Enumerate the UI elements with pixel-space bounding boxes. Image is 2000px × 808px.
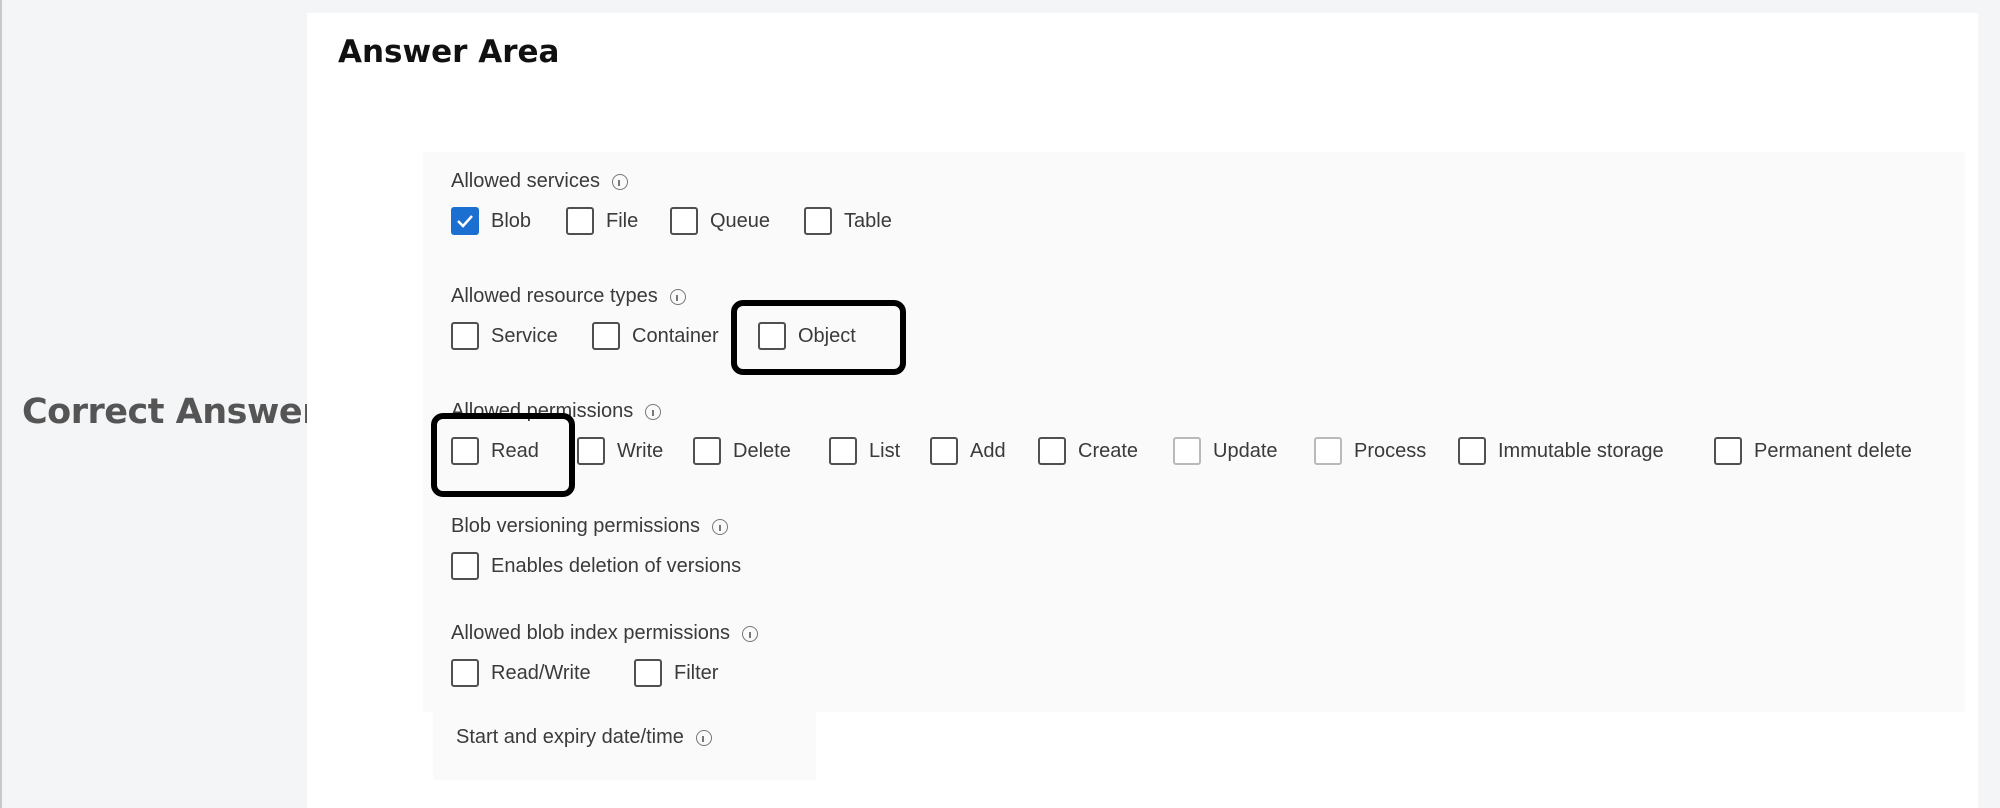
checkbox-icon[interactable] — [577, 437, 605, 465]
option-label: Enables deletion of versions — [491, 554, 742, 577]
blob-versioning-label: Blob versioning permissions — [451, 515, 729, 538]
option-label: List — [869, 439, 901, 462]
checkbox-icon[interactable] — [1173, 437, 1201, 465]
checkbox-list[interactable]: List — [829, 437, 900, 465]
option-label: Read/Write — [491, 661, 591, 684]
option-label: Table — [844, 209, 892, 232]
checkbox-queue[interactable]: Queue — [670, 207, 770, 235]
checkbox-read-write[interactable]: Read/Write — [451, 659, 591, 687]
info-icon[interactable] — [712, 518, 729, 535]
option-label: Add — [970, 439, 1006, 462]
checkbox-write[interactable]: Write — [577, 437, 663, 465]
checkbox-blob[interactable]: Blob — [451, 207, 531, 235]
option-label: Create — [1078, 439, 1139, 462]
checkbox-icon[interactable] — [634, 659, 662, 687]
checkbox-icon[interactable] — [1714, 437, 1742, 465]
blob-versioning-text: Blob versioning permissions — [451, 515, 701, 537]
allowed-services-label: Allowed services — [451, 170, 628, 193]
allowed-resource-types-label: Allowed resource types — [451, 285, 686, 308]
info-icon[interactable] — [669, 288, 686, 305]
checkbox-update[interactable]: Update — [1173, 437, 1278, 465]
option-label: Queue — [710, 209, 771, 232]
option-label: Permanent delete — [1754, 439, 1912, 462]
checkbox-process[interactable]: Process — [1314, 437, 1426, 465]
option-label: Immutable storage — [1498, 439, 1664, 462]
checkbox-create[interactable]: Create — [1038, 437, 1138, 465]
option-label: Blob — [491, 209, 532, 232]
check-icon — [457, 215, 473, 228]
correct-answer-label: Correct Answer: — [22, 392, 333, 432]
checkbox-permanent-delete[interactable]: Permanent delete — [1714, 437, 1912, 465]
start-expiry-label: Start and expiry date/time — [456, 726, 712, 749]
left-border — [0, 0, 2, 808]
checkbox-icon[interactable] — [451, 322, 479, 350]
info-icon[interactable] — [645, 403, 662, 420]
option-label: Update — [1213, 439, 1278, 462]
option-label: Process — [1354, 439, 1427, 462]
checkbox-icon[interactable] — [1314, 437, 1342, 465]
highlight-read — [431, 413, 575, 497]
option-label: Container — [632, 324, 719, 347]
checkbox-enable-version-deletion[interactable]: Enables deletion of versions — [451, 552, 741, 580]
checkbox-icon[interactable] — [566, 207, 594, 235]
checkbox-icon[interactable] — [451, 659, 479, 687]
allowed-resource-types-text: Allowed resource types — [451, 285, 658, 307]
answer-area-title: Answer Area — [338, 34, 560, 70]
checkbox-icon[interactable] — [1458, 437, 1486, 465]
blob-index-text: Allowed blob index permissions — [451, 622, 731, 644]
info-icon[interactable] — [611, 173, 628, 190]
checkbox-table[interactable]: Table — [804, 207, 892, 235]
checkbox-icon[interactable] — [693, 437, 721, 465]
start-expiry-text: Start and expiry date/time — [456, 726, 684, 748]
info-icon[interactable] — [742, 625, 759, 642]
checkbox-icon[interactable] — [804, 207, 832, 235]
option-label: Filter — [674, 661, 719, 684]
checkbox-icon[interactable] — [930, 437, 958, 465]
checkbox-icon[interactable] — [451, 207, 479, 235]
option-label: Delete — [733, 439, 791, 462]
option-label: Service — [491, 324, 558, 347]
option-label: Write — [617, 439, 664, 462]
checkbox-add[interactable]: Add — [930, 437, 1006, 465]
blob-index-label: Allowed blob index permissions — [451, 622, 759, 645]
info-icon[interactable] — [695, 729, 712, 746]
checkbox-file[interactable]: File — [566, 207, 638, 235]
checkbox-service[interactable]: Service — [451, 322, 558, 350]
checkbox-icon[interactable] — [829, 437, 857, 465]
option-label: File — [606, 209, 639, 232]
checkbox-icon[interactable] — [592, 322, 620, 350]
checkbox-delete[interactable]: Delete — [693, 437, 791, 465]
checkbox-icon[interactable] — [670, 207, 698, 235]
checkbox-icon[interactable] — [451, 552, 479, 580]
highlight-object — [731, 300, 906, 375]
checkbox-icon[interactable] — [1038, 437, 1066, 465]
allowed-services-text: Allowed services — [451, 170, 600, 192]
checkbox-filter[interactable]: Filter — [634, 659, 718, 687]
checkbox-immutable-storage[interactable]: Immutable storage — [1458, 437, 1664, 465]
checkbox-container[interactable]: Container — [592, 322, 727, 350]
